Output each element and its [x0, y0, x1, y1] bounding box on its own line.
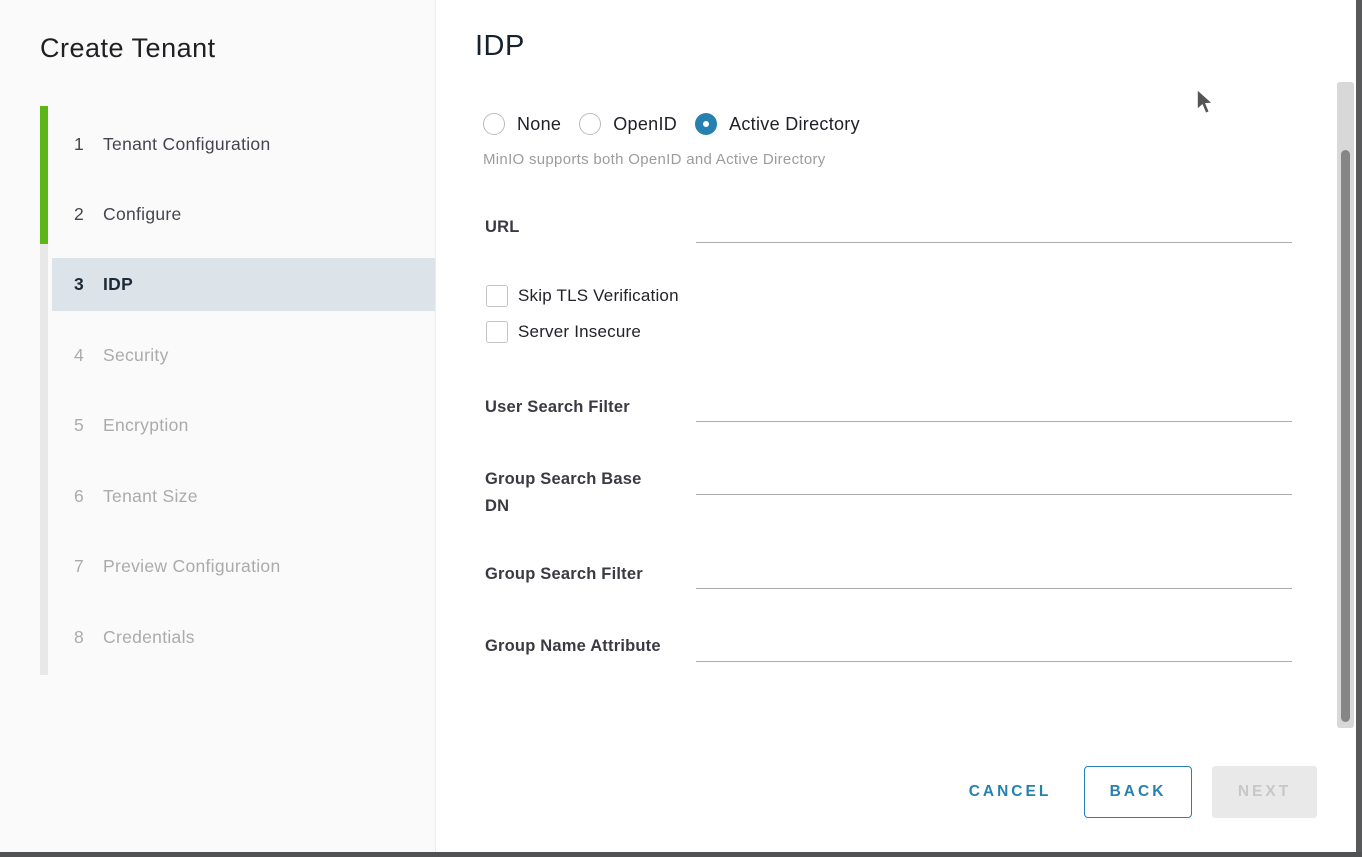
- radio-option-openid[interactable]: OpenID: [579, 113, 677, 135]
- progress-bar-completed: [40, 106, 48, 244]
- sidebar-step-encryption[interactable]: 5 Encryption: [52, 399, 435, 452]
- radio-unselected-icon[interactable]: [579, 113, 601, 135]
- radio-option-active-directory[interactable]: Active Directory: [695, 113, 860, 135]
- progress-bar-remaining: [40, 244, 48, 675]
- step-label: Tenant Configuration: [103, 134, 271, 155]
- step-label: Security: [103, 345, 169, 366]
- create-tenant-dialog: Create Tenant 1 Tenant Configuration 2 C…: [0, 0, 1362, 857]
- sidebar-step-security[interactable]: 4 Security: [52, 329, 435, 382]
- url-input[interactable]: [696, 211, 1292, 243]
- vertical-scrollbar-track[interactable]: [1337, 82, 1354, 728]
- vertical-scrollbar-thumb[interactable]: [1341, 150, 1350, 722]
- idp-step-panel: IDP None OpenID Active Directory MinIO s…: [436, 0, 1356, 857]
- group-search-base-dn-input[interactable]: [696, 463, 1292, 495]
- group-search-base-dn-label: Group Search Base DN: [485, 466, 665, 520]
- group-name-attribute-label: Group Name Attribute: [485, 633, 665, 660]
- radio-selected-icon[interactable]: [695, 113, 717, 135]
- step-label: Tenant Size: [103, 486, 198, 507]
- step-label: Encryption: [103, 415, 189, 436]
- user-search-filter-input[interactable]: [696, 390, 1292, 422]
- checkbox-unchecked-icon[interactable]: [486, 321, 508, 343]
- wizard-sidebar: Create Tenant 1 Tenant Configuration 2 C…: [0, 0, 436, 857]
- window-bottom-edge: [0, 852, 1362, 857]
- sidebar-step-tenant-configuration[interactable]: 1 Tenant Configuration: [52, 118, 435, 171]
- group-search-filter-label: Group Search Filter: [485, 561, 665, 588]
- radio-label: OpenID: [613, 114, 677, 135]
- step-number: 7: [74, 556, 103, 577]
- radio-label: None: [517, 114, 561, 135]
- step-label: Configure: [103, 204, 182, 225]
- group-name-attribute-input[interactable]: [696, 630, 1292, 662]
- step-number: 4: [74, 345, 103, 366]
- back-button[interactable]: BACK: [1084, 766, 1192, 818]
- server-insecure-checkbox[interactable]: Server Insecure: [486, 321, 641, 343]
- step-number: 8: [74, 627, 103, 648]
- sidebar-step-credentials[interactable]: 8 Credentials: [52, 611, 435, 664]
- next-button[interactable]: NEXT: [1212, 766, 1317, 818]
- sidebar-step-configure[interactable]: 2 Configure: [52, 188, 435, 241]
- checkbox-label: Server Insecure: [518, 322, 641, 342]
- step-label: Preview Configuration: [103, 556, 281, 577]
- url-field-label: URL: [485, 214, 665, 241]
- checkbox-unchecked-icon[interactable]: [486, 285, 508, 307]
- cancel-button[interactable]: CANCEL: [960, 769, 1060, 815]
- step-number: 6: [74, 486, 103, 507]
- user-search-filter-label: User Search Filter: [485, 394, 665, 421]
- skip-tls-verification-checkbox[interactable]: Skip TLS Verification: [486, 285, 679, 307]
- radio-label: Active Directory: [729, 114, 860, 135]
- group-search-filter-input[interactable]: [696, 557, 1292, 589]
- sidebar-step-preview-configuration[interactable]: 7 Preview Configuration: [52, 540, 435, 593]
- idp-helper-text: MinIO supports both OpenID and Active Di…: [483, 151, 826, 168]
- radio-option-none[interactable]: None: [483, 113, 561, 135]
- step-number: 3: [74, 274, 103, 295]
- step-label: IDP: [103, 274, 133, 295]
- sidebar-step-tenant-size[interactable]: 6 Tenant Size: [52, 470, 435, 523]
- idp-type-radio-group: None OpenID Active Directory: [483, 113, 860, 135]
- sidebar-step-idp[interactable]: 3 IDP: [52, 258, 435, 311]
- step-number: 2: [74, 204, 103, 225]
- step-label: Credentials: [103, 627, 195, 648]
- checkbox-label: Skip TLS Verification: [518, 286, 679, 306]
- radio-unselected-icon[interactable]: [483, 113, 505, 135]
- dialog-title: Create Tenant: [40, 33, 216, 64]
- page-title: IDP: [475, 30, 525, 63]
- step-number: 1: [74, 134, 103, 155]
- window-right-edge: [1356, 0, 1362, 857]
- step-number: 5: [74, 415, 103, 436]
